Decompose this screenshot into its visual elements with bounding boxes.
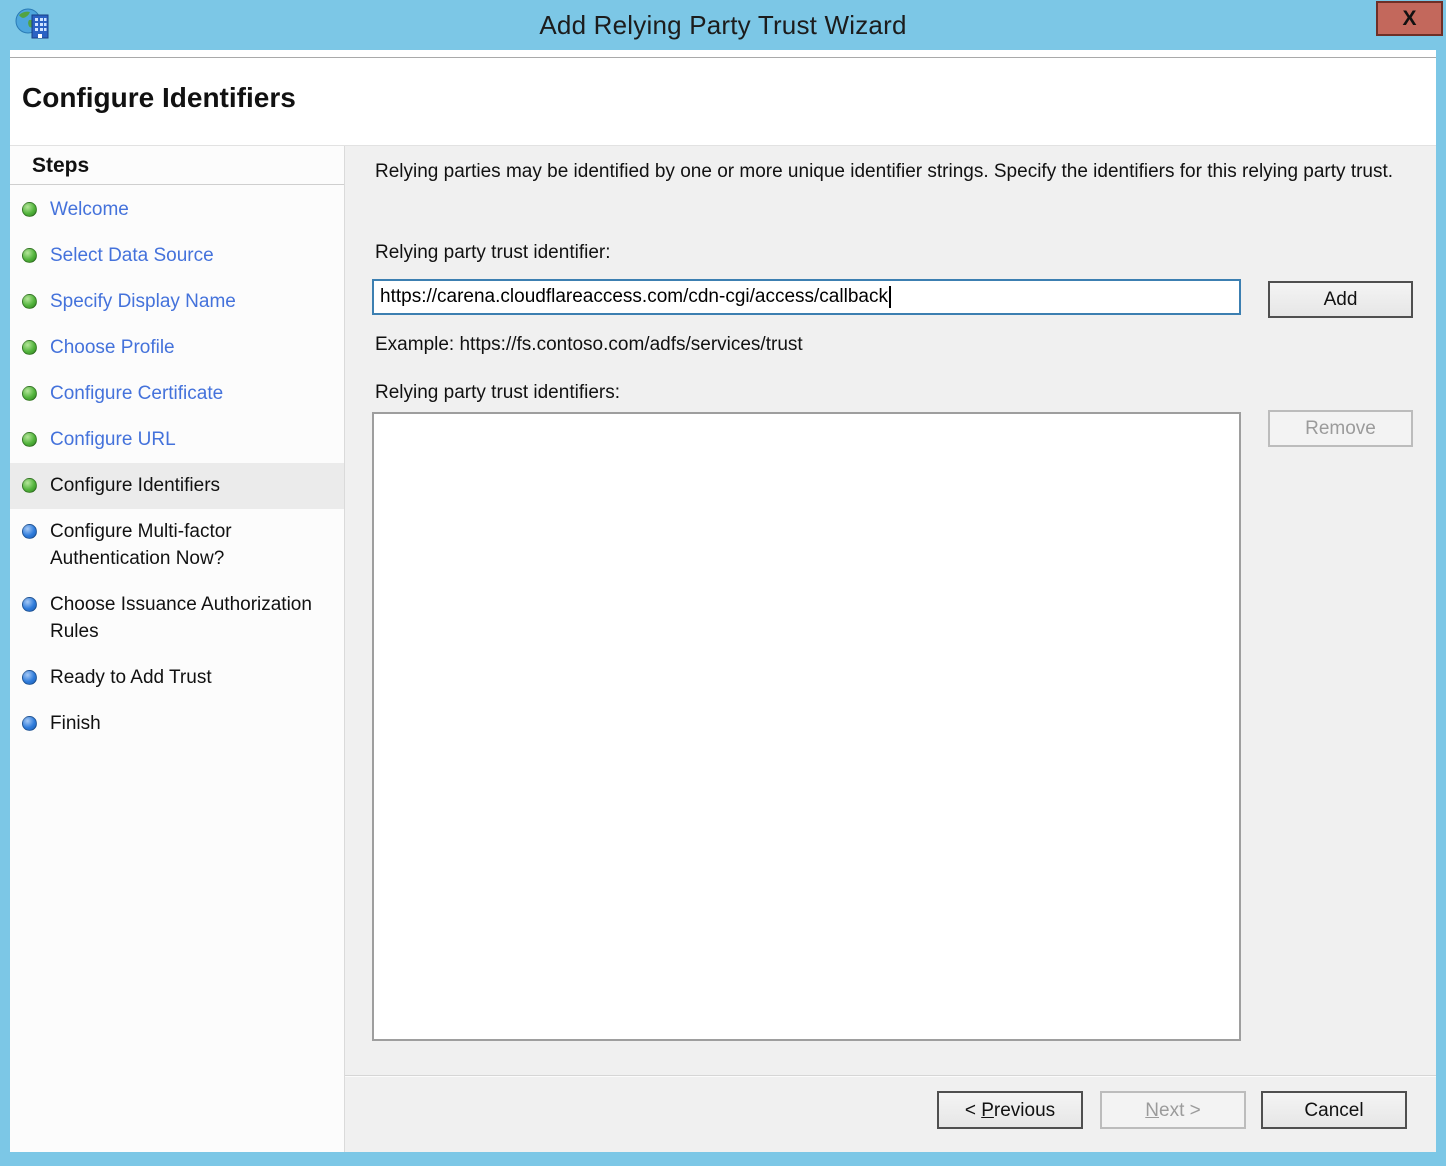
page-header: Configure Identifiers	[10, 50, 1436, 146]
close-button[interactable]: X	[1376, 1, 1443, 36]
example-text: Example: https://fs.contoso.com/adfs/ser…	[375, 334, 803, 356]
sidebar-step-ready-to-add-trust: Ready to Add Trust	[10, 655, 344, 701]
sidebar-step-finish: Finish	[10, 701, 344, 747]
page-title: Configure Identifiers	[22, 82, 296, 114]
next-button[interactable]: Next >	[1100, 1091, 1246, 1129]
identifiers-listbox[interactable]	[372, 412, 1241, 1041]
step-done-icon	[22, 432, 37, 447]
step-done-icon	[22, 340, 37, 355]
step-pending-icon	[22, 597, 37, 612]
close-icon: X	[1402, 8, 1416, 29]
step-done-icon	[22, 386, 37, 401]
sidebar-step-choose-issuance-rules: Choose Issuance Authorization Rules	[10, 582, 344, 655]
identifiers-list-label: Relying party trust identifiers:	[375, 382, 620, 404]
wizard-chrome: Configure Identifiers Steps Welcome Sele…	[10, 50, 1436, 1152]
steps-sidebar: Steps Welcome Select Data Source Specify…	[10, 146, 345, 1152]
sidebar-step-configure-identifiers[interactable]: Configure Identifiers	[10, 463, 344, 509]
titlebar[interactable]: Add Relying Party Trust Wizard X	[0, 0, 1446, 50]
step-done-icon	[22, 294, 37, 309]
step-pending-icon	[22, 524, 37, 539]
step-pending-icon	[22, 716, 37, 731]
step-done-icon	[22, 248, 37, 263]
wizard-window: Add Relying Party Trust Wizard X Configu…	[0, 0, 1446, 1166]
sidebar-step-configure-url[interactable]: Configure URL	[10, 417, 344, 463]
step-current-icon	[22, 478, 37, 493]
identifier-field-label: Relying party trust identifier:	[375, 242, 611, 264]
previous-button[interactable]: < Previous	[937, 1091, 1083, 1129]
text-cursor	[889, 286, 891, 308]
sidebar-step-configure-mfa: Configure Multi-factor Authentication No…	[10, 509, 344, 582]
step-done-icon	[22, 202, 37, 217]
identifier-input-value: https://carena.cloudflareaccess.com/cdn-…	[380, 286, 888, 308]
page-description: Relying parties may be identified by one…	[375, 158, 1405, 185]
window-title: Add Relying Party Trust Wizard	[0, 0, 1446, 50]
cancel-button[interactable]: Cancel	[1261, 1091, 1407, 1129]
add-button[interactable]: Add	[1268, 281, 1413, 318]
sidebar-step-configure-certificate[interactable]: Configure Certificate	[10, 371, 344, 417]
wizard-button-bar: < Previous Next > Cancel	[345, 1075, 1436, 1152]
main-panel: Relying parties may be identified by one…	[345, 146, 1436, 1152]
sidebar-step-select-data-source[interactable]: Select Data Source	[10, 233, 344, 279]
step-pending-icon	[22, 670, 37, 685]
remove-button[interactable]: Remove	[1268, 410, 1413, 447]
identifier-input[interactable]: https://carena.cloudflareaccess.com/cdn-…	[372, 279, 1241, 315]
sidebar-step-choose-profile[interactable]: Choose Profile	[10, 325, 344, 371]
sidebar-step-welcome[interactable]: Welcome	[10, 187, 344, 233]
sidebar-step-specify-display-name[interactable]: Specify Display Name	[10, 279, 344, 325]
steps-list: Welcome Select Data Source Specify Displ…	[10, 185, 344, 747]
steps-heading: Steps	[10, 146, 344, 184]
